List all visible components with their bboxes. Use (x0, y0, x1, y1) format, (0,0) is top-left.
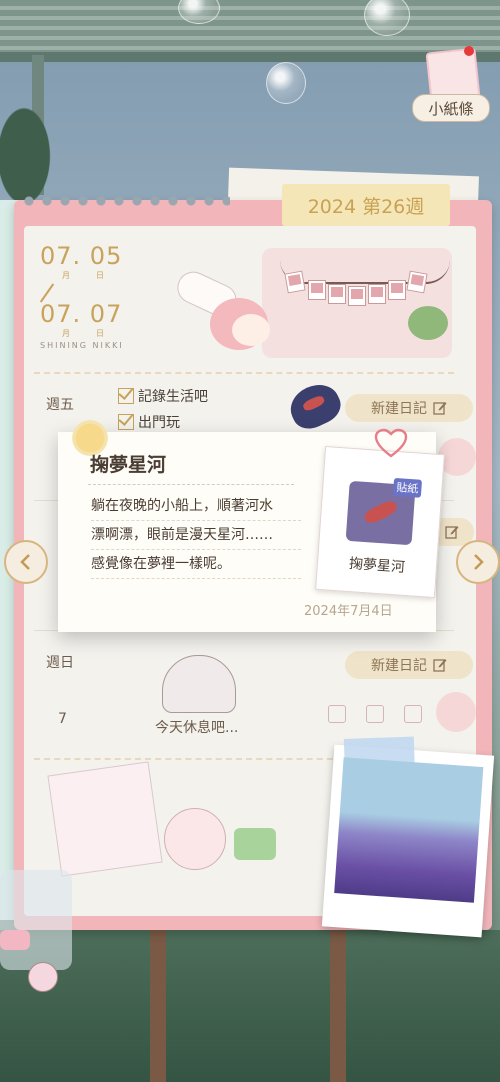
end-month-unit: 月 (62, 329, 70, 338)
brand-text: SHINING NIKKI (40, 341, 124, 350)
new-diary-label: 新建日記 (371, 658, 427, 674)
lavender-field-photo (334, 757, 484, 903)
header-illustration (150, 248, 452, 376)
start-date: 07. 05 (40, 242, 123, 270)
note-button[interactable]: 小紙條 (412, 46, 490, 122)
todo-text: 出門玩 (138, 415, 180, 431)
edit-icon (433, 402, 447, 415)
prev-arrow-button[interactable] (4, 540, 48, 584)
body-line: 躺在夜晚的小船上，順著河水 (91, 492, 301, 521)
weekday-label: 週日 (46, 655, 74, 671)
bow-decoration (0, 930, 30, 950)
popup-date: 2024年7月4日 (304, 604, 393, 619)
chevron-left-icon (20, 554, 30, 570)
body-line: 漂啊漂，眼前是漫天星河…… (91, 521, 301, 550)
new-diary-label: 新建日記 (371, 401, 427, 417)
heart-icon[interactable] (374, 428, 408, 458)
empty-checkbox[interactable] (366, 705, 384, 723)
weekday-label: 週五 (46, 397, 74, 413)
easel-leg (330, 930, 346, 1082)
sticker-badge: 貼紙 (392, 477, 423, 498)
spiral-binding (20, 192, 230, 210)
edit-icon (445, 526, 459, 539)
sticker-card[interactable]: 貼紙 掬夢星河 (315, 445, 445, 599)
floor-background (0, 930, 500, 1082)
new-diary-button[interactable]: 新建日記 (345, 651, 473, 679)
week-tab: 2024 第26週 (282, 184, 450, 226)
next-arrow-button[interactable] (456, 540, 500, 584)
empty-checkbox[interactable] (328, 705, 346, 723)
popup-body: 躺在夜晚的小船上，順著河水 漂啊漂，眼前是漫天星河…… 感覺像在夢裡一樣呢。 (91, 492, 301, 579)
checkbox-checked-icon (118, 388, 134, 404)
todo-item: 出門玩 (118, 412, 180, 432)
notification-dot (464, 46, 474, 56)
title-underline (88, 484, 294, 485)
end-date: 07. 07 (40, 300, 123, 328)
note-button-label: 小紙條 (412, 94, 490, 122)
start-day-unit: 日 (96, 271, 104, 280)
body-line: 感覺像在夢裡一樣呢。 (91, 550, 301, 579)
easel-leg (150, 930, 166, 1082)
todo-item: 記錄生活吧 (118, 386, 208, 406)
new-diary-button[interactable]: 新建日記 (345, 394, 473, 422)
jar-decoration (0, 870, 72, 970)
bubble-decoration (266, 62, 306, 104)
checkbox-checked-icon (118, 414, 134, 430)
start-month-unit: 月 (62, 271, 70, 280)
paw-charm-decoration (28, 962, 58, 992)
tree-decoration (0, 90, 60, 200)
sticker-detail-popup[interactable]: 掬夢星河 躺在夜晚的小船上，順著河水 漂啊漂，眼前是漫天星河…… 感覺像在夢裡一… (58, 418, 445, 632)
day-number: 7 (58, 711, 67, 727)
rest-text: 今天休息吧... (155, 720, 239, 736)
end-day-unit: 日 (96, 329, 104, 338)
section-divider (34, 372, 454, 374)
sticker-name: 掬夢星河 (348, 555, 406, 576)
snack-illustration (44, 761, 304, 888)
mood-circle[interactable] (436, 692, 476, 732)
popup-title: 掬夢星河 (90, 454, 167, 476)
chevron-right-icon (474, 554, 484, 570)
edit-icon (433, 659, 447, 672)
polaroid-photo[interactable] (321, 736, 495, 938)
todo-text: 記錄生活吧 (138, 389, 208, 405)
empty-checkbox[interactable] (404, 705, 422, 723)
